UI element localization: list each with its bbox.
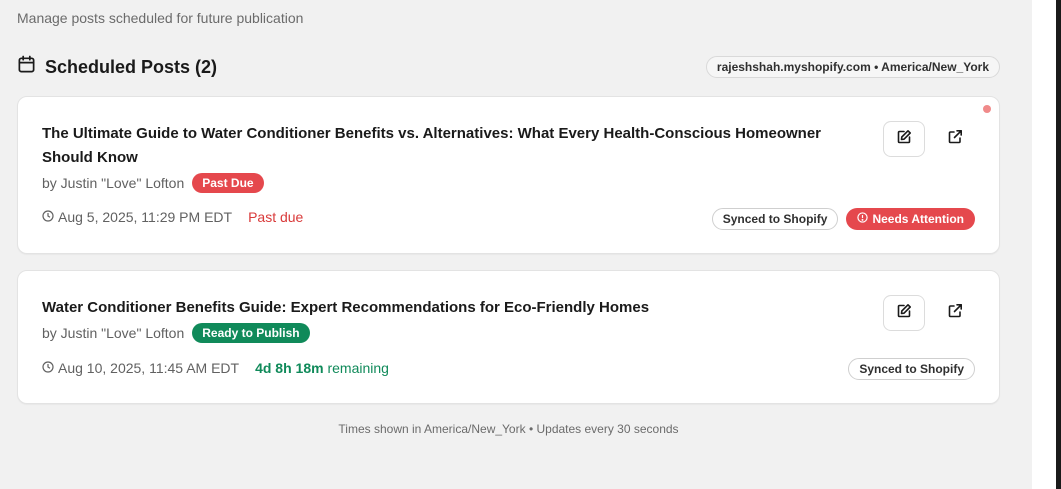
edit-button[interactable] <box>883 121 925 157</box>
section-title: Scheduled Posts (2) <box>17 55 217 79</box>
post-actions <box>883 121 976 157</box>
post-byline: by Justin "Love" Lofton Past Due <box>42 173 264 193</box>
synced-tag: Synced to Shopify <box>711 208 839 230</box>
window-edge <box>1032 0 1061 489</box>
store-info-badge: rajeshshah.myshopify.com • America/New_Y… <box>705 56 1000 78</box>
section-title-text: Scheduled Posts (2) <box>45 56 218 77</box>
post-byline: by Justin "Love" Lofton Ready to Publish <box>42 323 310 343</box>
edit-icon <box>896 303 912 324</box>
alert-circle-icon <box>857 212 869 226</box>
scheduled-date-text: Aug 5, 2025, 11:29 PM EDT <box>58 209 233 225</box>
post-author: by Justin "Love" Lofton <box>42 175 185 191</box>
time-remaining: 4d 8h 18m remaining <box>255 360 389 376</box>
post-card[interactable]: The Ultimate Guide to Water Conditioner … <box>17 96 1000 254</box>
scheduled-date: Aug 10, 2025, 11:45 AM EDT <box>42 360 239 376</box>
post-actions <box>883 295 976 331</box>
page-subtitle: Manage posts scheduled for future public… <box>17 10 304 26</box>
open-external-button[interactable] <box>934 295 976 331</box>
unread-indicator-dot <box>983 105 991 113</box>
section-header: Scheduled Posts (2) rajeshshah.myshopify… <box>17 54 1000 80</box>
post-meta: Aug 5, 2025, 11:29 PM EDT Past due <box>42 209 303 225</box>
post-title[interactable]: Water Conditioner Benefits Guide: Expert… <box>42 296 862 320</box>
calendar-icon <box>17 55 36 79</box>
post-tags: Synced to Shopify Needs Attention <box>711 208 975 230</box>
needs-attention-tag: Needs Attention <box>846 208 975 230</box>
time-remaining-label: remaining <box>327 360 389 376</box>
post-author: by Justin "Love" Lofton <box>42 325 185 341</box>
schedule-status: Past due <box>248 209 304 225</box>
external-link-icon <box>947 129 963 150</box>
open-external-button[interactable] <box>934 121 976 157</box>
edit-icon <box>896 129 912 150</box>
edit-button[interactable] <box>883 295 925 331</box>
time-remaining-value: 4d 8h 18m <box>255 360 324 376</box>
needs-attention-label: Needs Attention <box>872 212 964 226</box>
post-tags: Synced to Shopify <box>848 358 975 380</box>
scheduled-date-text: Aug 10, 2025, 11:45 AM EDT <box>58 360 240 376</box>
status-badge: Past Due <box>192 173 264 193</box>
clock-icon <box>42 209 54 225</box>
clock-icon <box>42 360 54 376</box>
synced-tag: Synced to Shopify <box>848 358 975 380</box>
post-title[interactable]: The Ultimate Guide to Water Conditioner … <box>42 122 862 170</box>
footer-note: Times shown in America/New_York • Update… <box>338 422 679 436</box>
post-card[interactable]: Water Conditioner Benefits Guide: Expert… <box>17 270 1000 404</box>
status-badge: Ready to Publish <box>192 323 310 343</box>
window-edge-border <box>1056 0 1061 489</box>
external-link-icon <box>947 303 963 324</box>
post-meta: Aug 10, 2025, 11:45 AM EDT 4d 8h 18m rem… <box>42 360 389 376</box>
scheduled-date: Aug 5, 2025, 11:29 PM EDT <box>42 209 232 225</box>
